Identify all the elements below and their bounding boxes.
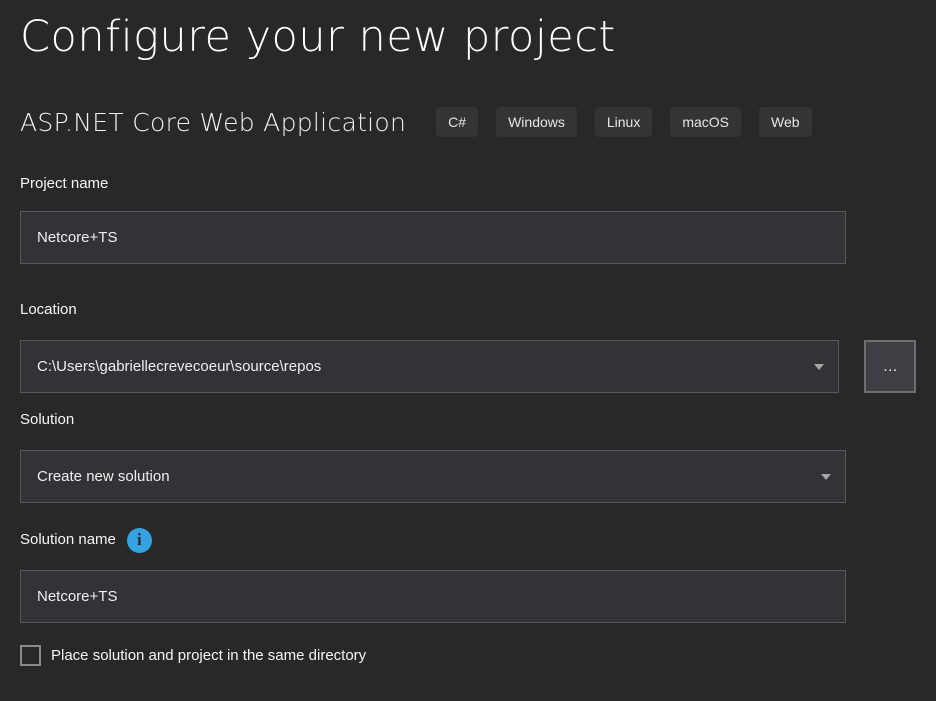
location-row: C:\Users\gabriellecrevecoeur\source\repo… <box>20 320 916 393</box>
solution-name-label: Solution name <box>20 530 116 550</box>
tag-linux: Linux <box>595 107 652 137</box>
template-row: ASP.NET Core Web Application C# Windows … <box>20 106 916 138</box>
same-directory-label: Place solution and project in the same d… <box>51 647 366 664</box>
tag-windows: Windows <box>496 107 577 137</box>
info-icon-glyph: i <box>137 531 142 548</box>
configure-project-dialog: Configure your new project ASP.NET Core … <box>0 10 936 666</box>
solution-name-label-row: Solution name i <box>20 527 916 553</box>
browse-button[interactable]: … <box>864 340 916 393</box>
location-value: C:\Users\gabriellecrevecoeur\source\repo… <box>37 358 321 375</box>
solution-combobox[interactable]: Create new solution <box>20 450 846 503</box>
project-name-label: Project name <box>20 174 916 194</box>
tag-csharp: C# <box>436 107 478 137</box>
chevron-down-icon <box>821 474 831 480</box>
solution-value: Create new solution <box>37 468 170 485</box>
same-directory-checkbox[interactable] <box>20 645 41 666</box>
template-name: ASP.NET Core Web Application <box>20 108 406 137</box>
chevron-down-icon <box>814 364 824 370</box>
info-icon[interactable]: i <box>127 528 152 553</box>
tag-macos: macOS <box>670 107 741 137</box>
tag-web: Web <box>759 107 812 137</box>
page-title: Configure your new project <box>20 10 916 64</box>
solution-name-input[interactable] <box>20 570 846 623</box>
location-combobox[interactable]: C:\Users\gabriellecrevecoeur\source\repo… <box>20 340 839 393</box>
same-directory-row: Place solution and project in the same d… <box>20 645 916 666</box>
project-name-input[interactable] <box>20 211 846 264</box>
solution-label: Solution <box>20 410 916 430</box>
location-label: Location <box>20 300 916 320</box>
